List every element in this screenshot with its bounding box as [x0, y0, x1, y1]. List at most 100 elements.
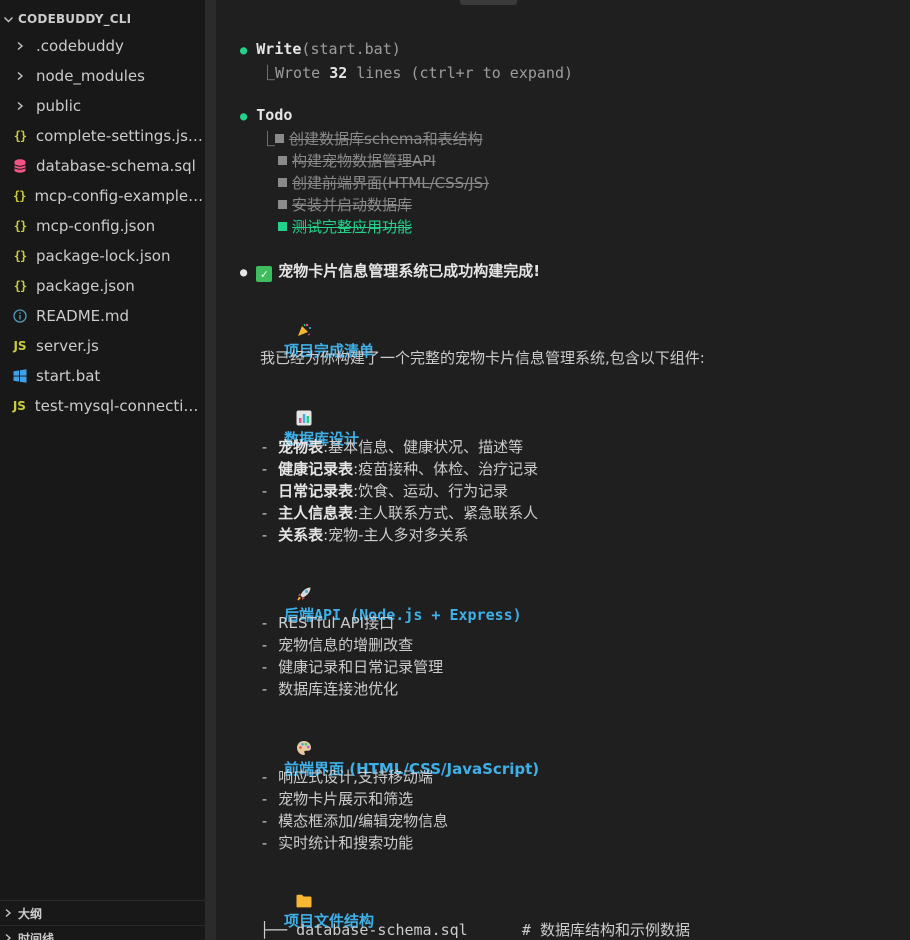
tree-item-label: mcp-config.json — [36, 217, 156, 235]
todo-item: ⎿ 创建数据库schema和表结构 — [260, 130, 483, 148]
db-item-desc: :主人联系方式、紧急联系人 — [353, 504, 539, 522]
db-list-item: - 关系表:宠物-主人多对多关系 — [260, 526, 469, 544]
db-list-item: - 宠物表:基本信息、健康状况、描述等 — [260, 438, 524, 456]
tree-item-label: server.js — [36, 337, 99, 355]
todo-item: 安装并启动数据库 — [278, 194, 412, 215]
write-result-suffix: lines (ctrl+r to expand) — [347, 64, 574, 82]
file-mcp-config-example-json[interactable]: {} mcp-config-example.json — [0, 181, 205, 211]
fe-list-item: - 宠物卡片展示和筛选 — [260, 790, 414, 808]
fe-item-text: 实时统计和搜索功能 — [278, 834, 414, 852]
tree-item-label: complete-settings.json — [35, 127, 205, 145]
folder-codebuddy[interactable]: .codebuddy — [0, 31, 205, 61]
write-tool-name: Write — [256, 40, 302, 58]
js-icon: JS — [13, 339, 27, 353]
timeline-panel-header[interactable]: 时间线 — [0, 925, 205, 940]
api-list-item: - 宠物信息的增删改查 — [260, 636, 414, 654]
json-icon: {} — [13, 129, 27, 143]
db-list-item: - 日常记录表:饮食、运动、行为记录 — [260, 482, 509, 500]
todo-item: 构建宠物数据管理API — [278, 150, 436, 171]
todo-item-text: 测试完整应用功能 — [292, 218, 413, 236]
status-dot-icon: ● — [240, 43, 248, 57]
todo-item-text: 创建数据库schema和表结构 — [289, 130, 483, 148]
db-item-desc: :饮食、运动、行为记录 — [353, 482, 509, 500]
fe-item-text: 宠物卡片展示和筛选 — [278, 790, 414, 808]
todo-checkbox-icon — [278, 156, 287, 165]
file-package-json[interactable]: {} package.json — [0, 271, 205, 301]
todo-title: Todo — [256, 106, 293, 124]
write-result-count: 32 — [329, 64, 348, 82]
intro-text: 我已经为你构建了一个完整的宠物卡片信息管理系统,包含以下组件: — [260, 349, 705, 367]
tree-item-label: package.json — [36, 277, 135, 295]
write-result-prefix: ⎿Wrote — [260, 64, 330, 82]
file-tree-line: ├── database-schema.sql # 数据库结构和示例数据 — [260, 921, 690, 939]
sidebar-resize-handle[interactable] — [205, 0, 216, 940]
js-icon: JS — [12, 399, 26, 413]
db-item-desc: :基本信息、健康状况、描述等 — [323, 438, 524, 456]
write-result-line: ⎿Wrote 32 lines (ctrl+r to expand) — [260, 62, 573, 83]
chevron-right-icon — [12, 41, 28, 51]
api-item-text: RESTful API接口 — [278, 614, 395, 632]
tree-item-label: database-schema.sql — [36, 157, 196, 175]
file-mcp-config-json[interactable]: {} mcp-config.json — [0, 211, 205, 241]
todo-item-text: 创建前端界面(HTML/CSS/JS) — [292, 174, 490, 192]
status-dot-icon: ● — [240, 265, 248, 279]
windows-icon — [12, 369, 28, 383]
fe-item-text: 响应式设计,支持移动端 — [278, 768, 433, 786]
db-item-name: 主人信息表 — [278, 504, 354, 522]
api-list-item: - 健康记录和日常记录管理 — [260, 658, 444, 676]
tree-item-label: test-mysql-connection.js — [34, 397, 205, 415]
api-item-text: 宠物信息的增删改查 — [278, 636, 414, 654]
todo-item-text: 构建宠物数据管理API — [292, 152, 436, 170]
chevron-down-icon — [0, 14, 16, 25]
file-complete-settings-json[interactable]: {} complete-settings.json — [0, 121, 205, 151]
todo-item: 测试完整应用功能 — [278, 216, 412, 237]
terminal-output: ● Write(start.bat) ⎿Wrote 32 lines (ctrl… — [216, 0, 910, 940]
db-item-name: 宠物表 — [278, 438, 324, 456]
completion-title: 宠物卡片信息管理系统已成功构建完成! — [278, 262, 541, 280]
file-readme-md[interactable]: README.md — [0, 301, 205, 331]
folder-node-modules[interactable]: node_modules — [0, 61, 205, 91]
outline-panel-header[interactable]: 大纲 — [0, 900, 205, 925]
todo-checkbox-icon — [275, 134, 285, 143]
explorer-root-header[interactable]: CODEBUDDY_CLI — [0, 8, 205, 30]
todo-header-line: ● Todo — [240, 106, 292, 124]
api-item-text: 数据库连接池优化 — [278, 680, 399, 698]
tree-item-label: .codebuddy — [36, 37, 124, 55]
database-icon — [12, 159, 28, 173]
json-icon: {} — [13, 219, 27, 233]
todo-item: 创建前端界面(HTML/CSS/JS) — [278, 172, 489, 193]
write-tool-arg: (start.bat) — [301, 40, 401, 58]
tree-item-label: start.bat — [36, 367, 101, 385]
file-test-mysql-connection-js[interactable]: JS test-mysql-connection.js — [0, 391, 205, 421]
panel-tab-handle[interactable] — [460, 0, 517, 5]
chevron-right-icon — [0, 908, 16, 918]
api-list-item: - RESTful API接口 — [260, 614, 395, 632]
fe-list-item: - 模态框添加/编辑宠物信息 — [260, 812, 449, 830]
folder-public[interactable]: public — [0, 91, 205, 121]
write-tool-line: ● Write(start.bat) — [240, 40, 401, 58]
db-list-item: - 主人信息表:主人联系方式、紧急联系人 — [260, 504, 539, 522]
tree-item-label: package-lock.json — [36, 247, 171, 265]
json-icon: {} — [12, 189, 26, 203]
status-dot-icon: ● — [240, 109, 248, 123]
fe-list-item: - 实时统计和搜索功能 — [260, 834, 414, 852]
todo-item-text: 安装并启动数据库 — [292, 196, 413, 214]
tree-item-label: public — [36, 97, 82, 115]
db-item-name: 关系表 — [278, 526, 324, 544]
fe-item-text: 模态框添加/编辑宠物信息 — [278, 812, 449, 830]
file-package-lock-json[interactable]: {} package-lock.json — [0, 241, 205, 271]
check-mark-icon: ✓ — [256, 266, 273, 282]
file-server-js[interactable]: JS server.js — [0, 331, 205, 361]
file-database-schema-sql[interactable]: database-schema.sql — [0, 151, 205, 181]
chevron-right-icon — [12, 71, 28, 81]
completion-line: ● ✓ 宠物卡片信息管理系统已成功构建完成! — [240, 260, 540, 282]
info-icon — [12, 309, 28, 323]
json-icon: {} — [13, 279, 27, 293]
tree-item-label: mcp-config-example.json — [34, 187, 205, 205]
file-start-bat[interactable]: start.bat — [0, 361, 205, 391]
tree-item-label: node_modules — [36, 67, 145, 85]
db-item-name: 健康记录表 — [278, 460, 354, 478]
json-icon: {} — [13, 249, 27, 263]
db-item-desc: :宠物-主人多对多关系 — [323, 526, 469, 544]
explorer-sidebar: CODEBUDDY_CLI .codebuddy node_modules pu… — [0, 0, 205, 940]
